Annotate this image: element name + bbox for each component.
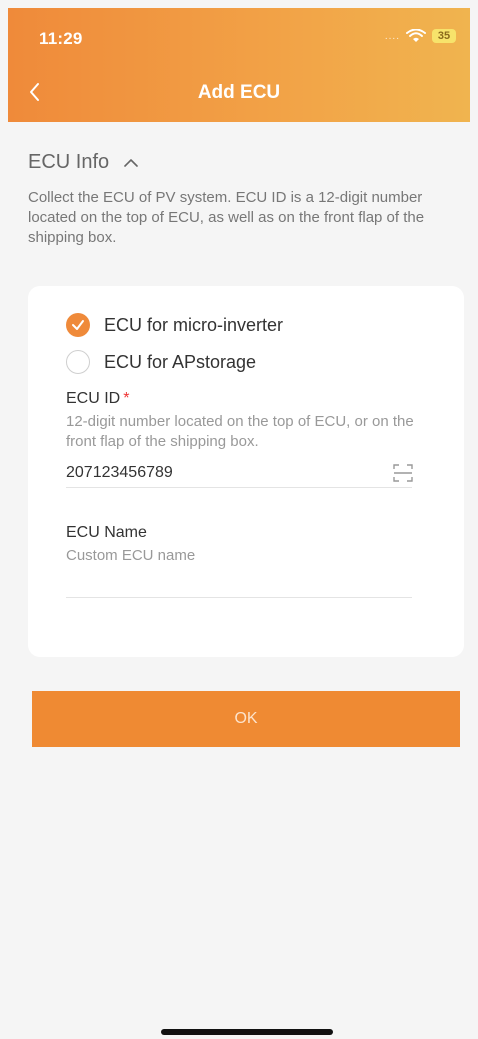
header-bar: 11:29 .... 35 Add ECU [8, 8, 470, 122]
ecu-form-card: ECU for micro-inverter ECU for APstorage… [28, 286, 464, 657]
section-header-ecu-info[interactable]: ECU Info [28, 151, 139, 174]
section-description: Collect the ECU of PV system. ECU ID is … [28, 189, 425, 246]
wifi-icon [406, 29, 426, 42]
app-screen: 11:29 .... 35 Add ECU ECU Info Collect t… [8, 8, 470, 1039]
home-indicator [161, 1029, 333, 1035]
scan-icon[interactable] [392, 462, 414, 484]
ecu-name-underline [66, 597, 412, 598]
battery-indicator: 35 [432, 29, 456, 43]
section-title: ECU Info [28, 151, 110, 173]
option-apstorage[interactable]: ECU for APstorage [66, 350, 256, 374]
ecu-name-label: ECU Name [66, 524, 147, 541]
page-title: Add ECU [197, 82, 281, 103]
chevron-up-icon[interactable] [123, 155, 139, 171]
ecu-id-label-text: ECU ID [66, 390, 121, 407]
option-label: ECU for APstorage [104, 351, 257, 372]
ecu-id-hint: 12-digit number located on the top of EC… [66, 413, 414, 450]
status-icons: .... 35 [385, 29, 456, 43]
radio-checked[interactable] [66, 313, 90, 337]
signal-dots-icon: .... [384, 30, 400, 42]
ok-button[interactable]: OK [32, 691, 460, 747]
option-micro-inverter[interactable]: ECU for micro-inverter [66, 313, 283, 337]
ecu-id-input[interactable]: 207123456789 [66, 464, 173, 482]
status-time: 11:29 [39, 29, 83, 48]
ecu-id-underline [66, 487, 412, 488]
option-label: ECU for micro-inverter [104, 314, 284, 335]
required-mark: * [123, 390, 130, 407]
check-icon [72, 320, 84, 330]
ecu-id-label: ECU ID * [66, 390, 129, 408]
radio-unchecked[interactable] [66, 350, 90, 374]
ecu-name-input[interactable]: Custom ECU name [66, 546, 426, 566]
